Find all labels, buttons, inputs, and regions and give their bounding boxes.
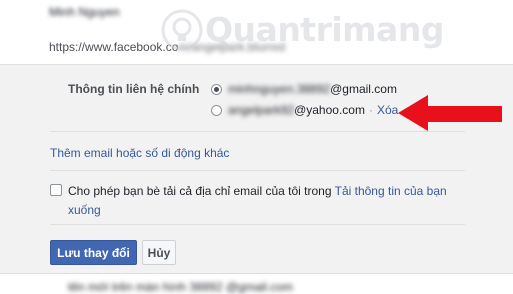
next-email-preview: tên mới trên màn hình 38892 @gmail.com xyxy=(68,280,293,294)
secondary-email-radio[interactable] xyxy=(211,105,222,116)
separator-dot: · xyxy=(368,103,373,117)
allow-download-checkbox[interactable] xyxy=(50,184,62,196)
profile-url-prefix: https://www.facebook.co xyxy=(49,40,179,54)
watermark: Quantrimang xyxy=(160,6,444,56)
lightbulb-logo-icon xyxy=(161,9,203,51)
save-changes-button[interactable]: Lưu thay đổi xyxy=(50,240,137,265)
secondary-email-hidden: angelpark92 xyxy=(228,103,295,117)
watermark-text: Quantrimang xyxy=(205,10,444,49)
secondary-email-domain: @yahoo.com xyxy=(294,103,365,117)
primary-email: minhnguyen.38892@gmail.com xyxy=(228,82,397,96)
divider xyxy=(50,170,465,171)
add-email-or-phone-link[interactable]: Thêm email hoặc số di động khác xyxy=(50,146,229,160)
primary-email-hidden: minhnguyen.38892 xyxy=(228,82,331,96)
primary-email-radio[interactable] xyxy=(211,84,222,95)
red-arrow-icon xyxy=(398,95,502,131)
cancel-button[interactable]: Hủy xyxy=(142,240,176,265)
divider xyxy=(50,131,465,132)
profile-name: Minh Nguyen xyxy=(49,5,120,19)
arrow-shape xyxy=(398,95,502,131)
primary-email-domain: @gmail.com xyxy=(330,82,397,96)
allow-download-text: Cho phép bạn bè tải cả địa chỉ email của… xyxy=(68,184,335,198)
remove-email-link[interactable]: Xóa xyxy=(377,103,398,117)
secondary-email: angelpark92@yahoo.com · Xóa xyxy=(228,103,398,117)
primary-contact-label: Thông tin liên hệ chính xyxy=(68,82,200,96)
allow-download-label: Cho phép bạn bè tải cả địa chỉ email của… xyxy=(68,182,478,220)
divider xyxy=(50,224,465,225)
